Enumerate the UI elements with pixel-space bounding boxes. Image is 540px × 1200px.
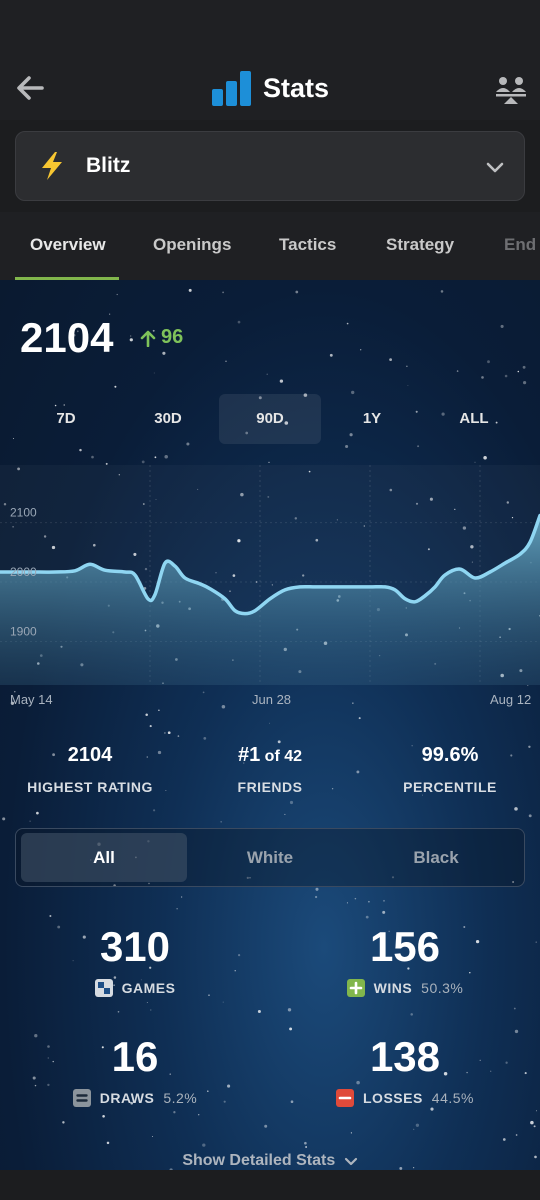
lightning-bolt-icon bbox=[42, 152, 62, 180]
compare-players-icon bbox=[496, 77, 526, 104]
game-type-dropdown[interactable]: Blitz bbox=[15, 131, 525, 201]
losses-percent: 44.5% bbox=[431, 1090, 474, 1106]
friends-rank-stat[interactable]: #1 of 42 FRIENDS bbox=[180, 744, 360, 795]
time-range-selector: 7D 30D 90D 1Y ALL bbox=[15, 394, 525, 444]
show-detailed-stats-button[interactable]: Show Detailed Stats bbox=[0, 1152, 540, 1170]
range-1y[interactable]: 1Y bbox=[321, 394, 423, 444]
draws-count: 16 bbox=[111, 1033, 159, 1080]
x-tick-label: Jun 28 bbox=[252, 692, 292, 707]
range-90d[interactable]: 90D bbox=[219, 394, 321, 444]
rating-change: 96 bbox=[140, 326, 183, 349]
games-stat: 310 GAMES bbox=[0, 925, 270, 997]
percentile-value: 99.6% bbox=[421, 744, 479, 766]
tab-overview[interactable]: Overview bbox=[30, 212, 106, 278]
show-detailed-stats-label: Show Detailed Stats bbox=[182, 1152, 336, 1169]
tab-endgame[interactable]: End bbox=[504, 212, 536, 278]
rating-change-value: 96 bbox=[161, 326, 184, 348]
percentile-stat: 99.6% PERCENTILE bbox=[360, 744, 540, 795]
range-all[interactable]: ALL bbox=[423, 394, 525, 444]
rating-summary: 2104 HIGHEST RATING #1 of 42 FRIENDS 99.… bbox=[0, 744, 540, 804]
draws-stat: 16 DRAWS 5.2% bbox=[0, 1035, 270, 1107]
plus-square-icon bbox=[346, 979, 365, 997]
page-title-group: Stats bbox=[0, 68, 540, 108]
y-tick-label: 2100 bbox=[10, 506, 37, 520]
percentile-label: PERCENTILE bbox=[403, 779, 497, 795]
equals-square-icon bbox=[72, 1089, 91, 1107]
bottom-system-bar bbox=[0, 1170, 540, 1200]
range-30d[interactable]: 30D bbox=[117, 394, 219, 444]
stats-tabs: Overview Openings Tactics Strategy End bbox=[0, 212, 540, 280]
top-app-bar: Stats bbox=[0, 0, 540, 120]
wins-label: WINS bbox=[373, 980, 413, 996]
draws-label: DRAWS bbox=[99, 1090, 155, 1106]
tab-openings[interactable]: Openings bbox=[153, 212, 231, 278]
tab-tactics[interactable]: Tactics bbox=[279, 212, 336, 278]
friends-rank-label: FRIENDS bbox=[237, 779, 303, 795]
rating-chart[interactable]: 2100 2000 1900 bbox=[0, 465, 540, 700]
minus-square-icon bbox=[336, 1089, 354, 1107]
filter-black[interactable]: Black bbox=[353, 833, 519, 882]
games-count: 310 bbox=[99, 923, 171, 970]
color-filter: All White Black bbox=[15, 828, 525, 887]
page-title: Stats bbox=[262, 72, 330, 103]
filter-all[interactable]: All bbox=[21, 833, 187, 882]
highest-rating-value: 2104 bbox=[67, 744, 113, 766]
losses-count: 138 bbox=[369, 1033, 441, 1080]
chevron-down-icon bbox=[486, 162, 504, 173]
losses-stat: 138 LOSSES 44.5% bbox=[270, 1035, 540, 1107]
games-label: GAMES bbox=[121, 980, 176, 996]
y-tick-label: 2000 bbox=[10, 565, 37, 579]
overview-panel: 2104 96 7D 30D 90D 1Y ALL 2100 2000 1900 M… bbox=[0, 280, 540, 1170]
draws-percent: 5.2% bbox=[163, 1090, 198, 1106]
losses-label: LOSSES bbox=[363, 1090, 423, 1106]
game-type-label: Blitz bbox=[86, 154, 131, 177]
current-rating: 2104 bbox=[20, 314, 114, 361]
y-tick-label: 1900 bbox=[10, 624, 37, 638]
wins-stat: 156 WINS 50.3% bbox=[270, 925, 540, 997]
chessboard-icon bbox=[94, 979, 113, 997]
chevron-down-icon bbox=[344, 1157, 357, 1165]
compare-button[interactable] bbox=[494, 72, 528, 106]
highest-rating-label: HIGHEST RATING bbox=[27, 779, 153, 795]
filter-white[interactable]: White bbox=[187, 833, 353, 882]
arrow-up-icon bbox=[140, 330, 156, 347]
wins-count: 156 bbox=[369, 923, 441, 970]
wins-percent: 50.3% bbox=[421, 980, 464, 996]
x-tick-label: May 14 bbox=[10, 692, 53, 707]
tab-strategy[interactable]: Strategy bbox=[386, 212, 454, 278]
highest-rating-stat: 2104 HIGHEST RATING bbox=[0, 744, 180, 795]
friends-rank-value: #1 of 42 bbox=[237, 744, 303, 766]
bar-chart-icon bbox=[211, 71, 251, 106]
range-7d[interactable]: 7D bbox=[15, 394, 117, 444]
x-tick-label: Aug 12 bbox=[490, 692, 532, 707]
